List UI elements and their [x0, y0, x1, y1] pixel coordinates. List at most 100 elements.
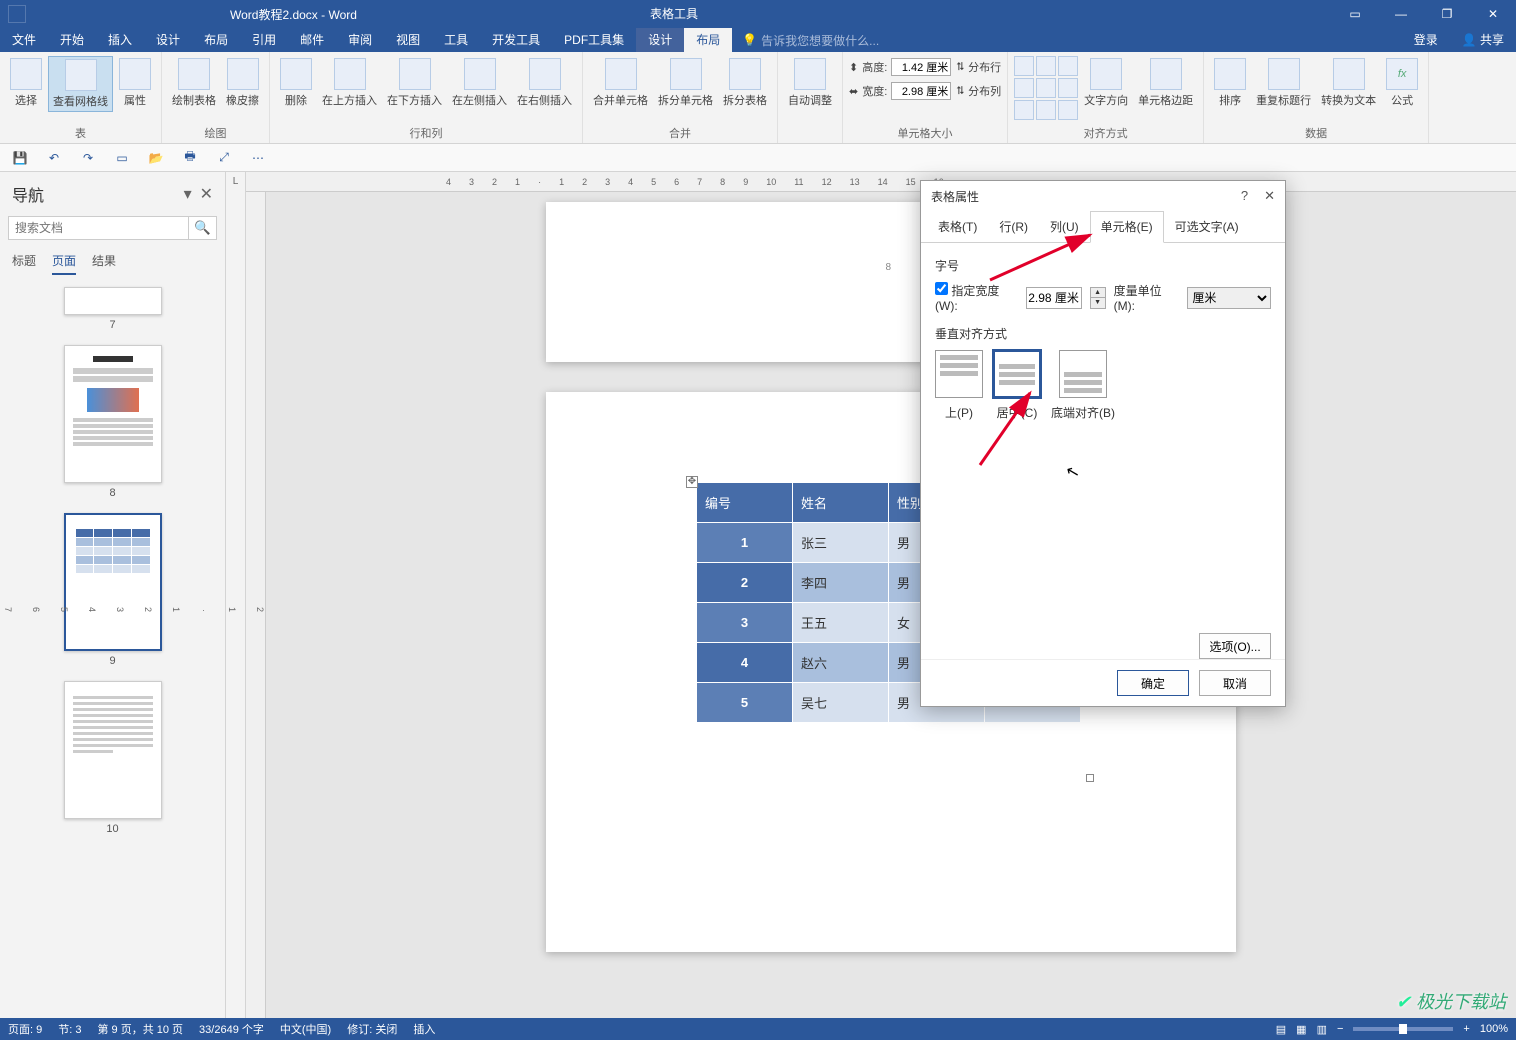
dialog-tab-cell[interactable]: 单元格(E): [1090, 211, 1164, 243]
insert-below-button[interactable]: 在下方插入: [383, 56, 446, 110]
dialog-tab-alt-text[interactable]: 可选文字(A): [1164, 211, 1250, 242]
dialog-help-icon[interactable]: ?: [1241, 188, 1248, 204]
status-page[interactable]: 页面: 9: [8, 1021, 42, 1037]
select-button[interactable]: 选择: [6, 56, 46, 112]
tab-references[interactable]: 引用: [240, 28, 288, 52]
view-web-icon[interactable]: ▥: [1317, 1023, 1327, 1036]
nav-close-icon[interactable]: ✕: [200, 184, 213, 204]
options-button[interactable]: 选项(O)...: [1199, 633, 1271, 659]
dialog-titlebar[interactable]: 表格属性 ? ✕: [921, 181, 1285, 211]
insert-right-button[interactable]: 在右侧插入: [513, 56, 576, 110]
more-icon[interactable]: ⋯: [248, 148, 268, 168]
repeat-header-button[interactable]: 重复标题行: [1252, 56, 1315, 110]
sort-button[interactable]: 排序: [1210, 56, 1250, 110]
split-table-button[interactable]: 拆分表格: [719, 56, 771, 110]
ribbon-options-icon[interactable]: ▭: [1332, 0, 1378, 28]
nav-tab-results[interactable]: 结果: [92, 252, 116, 275]
tab-design[interactable]: 设计: [144, 28, 192, 52]
dialog-tab-table[interactable]: 表格(T): [927, 211, 988, 242]
zoom-out-icon[interactable]: −: [1337, 1023, 1343, 1035]
status-insert[interactable]: 插入: [413, 1021, 435, 1037]
status-words[interactable]: 33/2649 个字: [199, 1021, 264, 1037]
status-track[interactable]: 修订: 关闭: [347, 1021, 397, 1037]
thumbnail-8[interactable]: 8: [64, 345, 162, 509]
view-print-icon[interactable]: ▦: [1296, 1023, 1306, 1036]
eraser-button[interactable]: 橡皮擦: [222, 56, 263, 110]
merge-cells-button[interactable]: 合并单元格: [589, 56, 652, 110]
dialog-tab-column[interactable]: 列(U): [1039, 211, 1090, 242]
measure-unit-select[interactable]: 厘米: [1187, 287, 1271, 309]
save-icon[interactable]: 💾: [10, 148, 30, 168]
autofit-button[interactable]: 自动调整: [784, 56, 836, 110]
formula-button[interactable]: fx公式: [1382, 56, 1422, 110]
status-lang[interactable]: 中文(中国): [280, 1021, 331, 1037]
ok-button[interactable]: 确定: [1117, 670, 1189, 696]
properties-button[interactable]: 属性: [115, 56, 155, 112]
tab-table-layout[interactable]: 布局: [684, 28, 732, 52]
share-button[interactable]: 👤 共享: [1450, 28, 1516, 52]
width-input[interactable]: [891, 82, 951, 100]
thumbnail-7[interactable]: 7: [64, 287, 162, 341]
search-input[interactable]: [8, 216, 189, 240]
tab-tools[interactable]: 工具: [432, 28, 480, 52]
print-icon[interactable]: 🖶: [180, 148, 200, 168]
zoom-slider[interactable]: [1353, 1027, 1453, 1031]
thumbnail-10[interactable]: 10: [64, 681, 162, 845]
redo-icon[interactable]: ↷: [78, 148, 98, 168]
zoom-level[interactable]: 100%: [1480, 1023, 1508, 1035]
valign-bottom[interactable]: 底端对齐(B): [1051, 350, 1115, 421]
valign-top[interactable]: 上(P): [935, 350, 983, 421]
status-pages[interactable]: 第 9 页，共 10 页: [97, 1021, 183, 1037]
tab-mailings[interactable]: 邮件: [288, 28, 336, 52]
split-cells-button[interactable]: 拆分单元格: [654, 56, 717, 110]
vertical-ruler[interactable]: 21·12345678910111213: [246, 172, 266, 1018]
text-direction-button[interactable]: 文字方向: [1080, 56, 1132, 120]
sysmenu-icon[interactable]: [8, 5, 26, 23]
cell-align-grid[interactable]: [1014, 56, 1078, 120]
insert-left-button[interactable]: 在左侧插入: [448, 56, 511, 110]
tab-insert[interactable]: 插入: [96, 28, 144, 52]
table-move-handle-icon[interactable]: ✥: [686, 476, 698, 488]
width-spinner[interactable]: ▲▼: [1090, 287, 1106, 309]
minimize-button[interactable]: —: [1378, 0, 1424, 28]
tab-pdf[interactable]: PDF工具集: [552, 28, 636, 52]
cell-margins-button[interactable]: 单元格边距: [1134, 56, 1197, 120]
maximize-button[interactable]: ❐: [1424, 0, 1470, 28]
tell-me-search[interactable]: 💡 告诉我您想要做什么...: [742, 32, 879, 49]
dialog-close-icon[interactable]: ✕: [1264, 188, 1275, 204]
tab-view[interactable]: 视图: [384, 28, 432, 52]
login-button[interactable]: 登录: [1402, 28, 1450, 52]
tab-table-design[interactable]: 设计: [636, 28, 684, 52]
nav-dropdown-icon[interactable]: ▾: [184, 184, 192, 204]
nav-tab-headings[interactable]: 标题: [12, 252, 36, 275]
status-section[interactable]: 节: 3: [58, 1021, 81, 1037]
distribute-rows-button[interactable]: 分布行: [968, 59, 1001, 75]
thumbnail-9[interactable]: 9: [64, 513, 162, 677]
view-gridlines-button[interactable]: 查看网格线: [48, 56, 113, 112]
tab-home[interactable]: 开始: [48, 28, 96, 52]
undo-icon[interactable]: ↶: [44, 148, 64, 168]
tab-review[interactable]: 审阅: [336, 28, 384, 52]
height-input[interactable]: [891, 58, 951, 76]
table-resize-handle-icon[interactable]: [1086, 774, 1094, 782]
open-icon[interactable]: 📂: [146, 148, 166, 168]
close-button[interactable]: ✕: [1470, 0, 1516, 28]
document-scroll[interactable]: 8 ✥ 编号 姓名 性别 年龄 1张三男18 2李四男19 3王五女18 4赵六…: [266, 172, 1516, 1018]
search-button[interactable]: 🔍: [189, 216, 217, 240]
view-read-icon[interactable]: ▤: [1276, 1023, 1286, 1036]
nav-tab-pages[interactable]: 页面: [52, 252, 76, 275]
dialog-tab-row[interactable]: 行(R): [988, 211, 1039, 242]
convert-to-text-button[interactable]: 转换为文本: [1317, 56, 1380, 110]
new-icon[interactable]: ▭: [112, 148, 132, 168]
valign-center[interactable]: 居中(C): [993, 350, 1041, 421]
touch-icon[interactable]: ⤢: [214, 148, 234, 168]
cancel-button[interactable]: 取消: [1199, 670, 1271, 696]
specify-width-checkbox[interactable]: 指定宽度(W):: [935, 282, 1018, 313]
tab-layout[interactable]: 布局: [192, 28, 240, 52]
delete-button[interactable]: 删除: [276, 56, 316, 110]
width-value-input[interactable]: [1026, 287, 1082, 309]
tab-file[interactable]: 文件: [0, 28, 48, 52]
draw-table-button[interactable]: 绘制表格: [168, 56, 220, 110]
insert-above-button[interactable]: 在上方插入: [318, 56, 381, 110]
distribute-cols-button[interactable]: 分布列: [968, 83, 1001, 99]
